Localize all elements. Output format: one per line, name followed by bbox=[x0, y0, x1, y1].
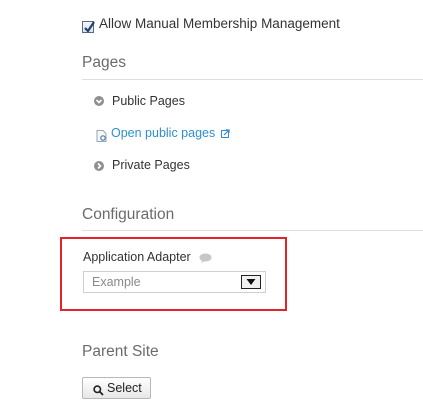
parent-site-section-title: Parent Site bbox=[82, 343, 159, 360]
select-parent-site-button[interactable]: Select bbox=[82, 377, 151, 399]
private-pages-label[interactable]: Private Pages bbox=[112, 158, 190, 172]
select-button-label: Select bbox=[107, 381, 142, 395]
public-pages-label[interactable]: Public Pages bbox=[112, 94, 185, 108]
external-link-icon[interactable] bbox=[221, 125, 230, 138]
application-adapter-value: Example bbox=[92, 275, 141, 289]
search-icon bbox=[93, 383, 104, 396]
chevron-down-icon[interactable] bbox=[94, 96, 104, 106]
check-icon bbox=[84, 21, 95, 33]
application-adapter-label: Application Adapter bbox=[83, 250, 191, 264]
configuration-section-title: Configuration bbox=[82, 206, 175, 223]
manual-membership-label: Allow Manual Membership Management bbox=[99, 16, 340, 31]
help-icon[interactable] bbox=[199, 250, 212, 263]
dropdown-arrow-icon[interactable] bbox=[241, 275, 261, 289]
configuration-separator bbox=[82, 230, 423, 231]
chevron-right-icon[interactable] bbox=[94, 161, 104, 171]
page-icon bbox=[96, 129, 107, 142]
open-public-pages-link[interactable]: Open public pages bbox=[111, 126, 215, 140]
application-adapter-select[interactable]: Example bbox=[83, 271, 266, 293]
manual-membership-checkbox[interactable] bbox=[82, 21, 95, 33]
pages-section-title: Pages bbox=[82, 54, 126, 71]
pages-separator bbox=[82, 79, 423, 80]
